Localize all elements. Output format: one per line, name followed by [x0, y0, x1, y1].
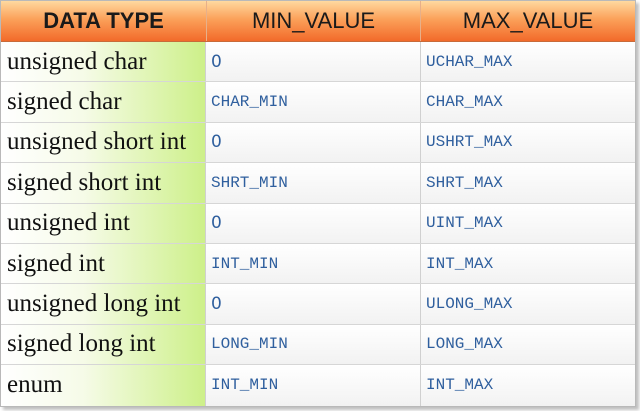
max-value-cell: INT_MAX — [420, 243, 635, 284]
min-value-text: 0 — [211, 132, 222, 153]
min-value-cell: 0 — [206, 203, 420, 243]
data-type-cell: unsigned long int — [1, 284, 206, 324]
table-row: signed long int LONG_MIN LONG_MAX — [1, 324, 635, 366]
min-value-text: 0 — [211, 294, 222, 315]
min-value-cell: 0 — [206, 122, 420, 163]
min-value-cell: INT_MIN — [206, 365, 420, 406]
table-row: enum INT_MIN INT_MAX — [1, 365, 635, 406]
header-max-value: MAX_VALUE — [420, 1, 635, 41]
header-data-type: DATA TYPE — [43, 8, 164, 33]
data-type-cell: signed short int — [1, 163, 206, 203]
min-value-cell: 0 — [206, 284, 420, 324]
max-value-cell: UINT_MAX — [420, 203, 635, 243]
max-value-cell: ULONG_MAX — [420, 284, 635, 324]
min-value-cell: CHAR_MIN — [206, 82, 420, 122]
max-value-cell: CHAR_MAX — [420, 82, 635, 122]
min-value-text: 0 — [211, 213, 222, 234]
min-value-cell: SHRT_MIN — [206, 163, 420, 203]
min-value-text: 0 — [211, 51, 222, 72]
table-header: DATA TYPE MIN_VALUE MAX_VALUE — [1, 1, 635, 42]
table-row: signed short int SHRT_MIN SHRT_MAX — [1, 163, 635, 204]
data-type-cell: signed int — [1, 243, 206, 284]
min-value-cell: LONG_MIN — [206, 324, 420, 365]
data-type-cell: unsigned short int — [1, 122, 206, 163]
max-value-cell: UCHAR_MAX — [420, 42, 635, 82]
table-row: unsigned int 0 UINT_MAX — [1, 203, 635, 244]
max-value-cell: SHRT_MAX — [420, 163, 635, 203]
min-value-cell: 0 — [206, 42, 420, 82]
max-value-cell: USHRT_MAX — [420, 122, 635, 163]
table-row: unsigned char 0 UCHAR_MAX — [1, 42, 635, 83]
min-value-cell: INT_MIN — [206, 243, 420, 284]
table-row: unsigned long int 0 ULONG_MAX — [1, 284, 635, 325]
data-type-range-table: DATA TYPE MIN_VALUE MAX_VALUE unsigned c… — [0, 0, 636, 407]
max-value-cell: INT_MAX — [420, 365, 635, 406]
data-type-cell: unsigned int — [1, 203, 206, 243]
table-row: unsigned short int 0 USHRT_MAX — [1, 122, 635, 164]
data-type-cell: unsigned char — [1, 42, 206, 82]
data-type-cell: signed char — [1, 82, 206, 122]
data-type-cell: signed long int — [1, 324, 206, 365]
table-row: signed int INT_MIN INT_MAX — [1, 243, 635, 285]
max-value-cell: LONG_MAX — [420, 324, 635, 365]
header-min-value: MIN_VALUE — [206, 1, 420, 41]
data-type-cell: enum — [1, 365, 206, 406]
table-body: unsigned char 0 UCHAR_MAX signed char CH… — [1, 42, 635, 406]
table-row: signed char CHAR_MIN CHAR_MAX — [1, 82, 635, 123]
